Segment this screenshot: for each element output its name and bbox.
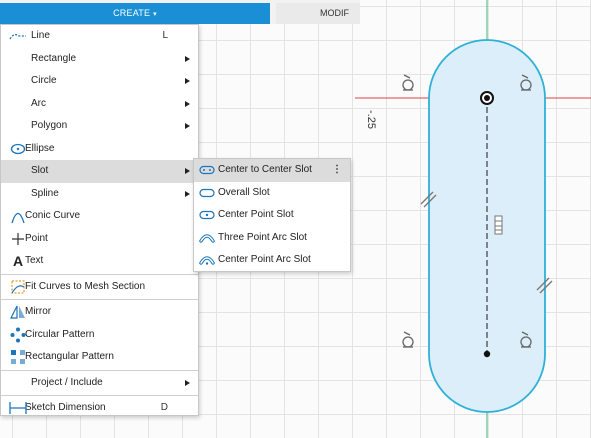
- menu-item-text[interactable]: A Text: [1, 250, 198, 273]
- menu-separator: [1, 395, 198, 396]
- modify-label: MODIF: [320, 8, 349, 18]
- shortcut-label: L: [162, 30, 168, 41]
- menu-separator: [1, 299, 198, 300]
- center-point-arc-slot-icon: [199, 249, 215, 271]
- submenu-item-center-point-slot[interactable]: Center Point Slot: [194, 204, 350, 227]
- menu-item-label: Circle: [31, 75, 57, 86]
- menu-item-polygon[interactable]: Polygon: [1, 115, 198, 138]
- menu-item-ellipse[interactable]: Ellipse: [1, 138, 198, 161]
- menu-item-arc[interactable]: Arc: [1, 93, 198, 116]
- submenu-item-label: Center to Center Slot: [218, 164, 312, 175]
- submenu-arrow-icon: [185, 379, 190, 386]
- menu-item-label: Line: [31, 30, 50, 41]
- submenu-item-label: Center Point Slot: [218, 209, 294, 220]
- create-label: CREATE: [113, 8, 151, 18]
- conic-curve-icon: [9, 205, 27, 227]
- menu-item-label: Project / Include: [31, 376, 103, 388]
- menu-item-label: Conic Curve: [25, 210, 81, 221]
- modify-menu-button[interactable]: MODIF: [276, 3, 360, 24]
- menu-item-label: Spline: [31, 187, 59, 199]
- shortcut-label: D: [160, 402, 168, 413]
- menu-item-circular-pattern[interactable]: Circular Pattern: [1, 324, 198, 347]
- menu-item-label: Polygon: [31, 120, 68, 131]
- overall-slot-icon: [199, 182, 215, 204]
- create-dropdown-menu: Line L Rectangle Circle Arc Polygon Elli…: [0, 24, 199, 416]
- create-menu-button[interactable]: CREATE ▾: [0, 3, 270, 24]
- line-icon: [9, 25, 27, 47]
- menu-separator: [1, 273, 198, 275]
- mirror-icon: [9, 301, 27, 323]
- submenu-arrow-icon: [185, 100, 190, 107]
- menu-item-label: Rectangular Pattern: [25, 351, 114, 362]
- menu-item-line[interactable]: Line L: [1, 25, 198, 48]
- circular-pattern-icon: [9, 324, 27, 346]
- menu-item-mirror[interactable]: Mirror: [1, 301, 198, 324]
- menu-item-rectangular-pattern[interactable]: Rectangular Pattern: [1, 346, 198, 369]
- menu-item-rectangle[interactable]: Rectangle: [1, 48, 198, 71]
- more-options-icon[interactable]: ⋮: [332, 159, 342, 182]
- submenu-item-label: Overall Slot: [218, 186, 270, 198]
- menu-item-label: Rectangle: [31, 52, 77, 64]
- rectangular-pattern-icon: [9, 346, 27, 368]
- menu-item-label: Circular Pattern: [25, 328, 95, 340]
- menu-item-label: Arc: [31, 97, 46, 109]
- text-icon: A: [12, 252, 24, 269]
- center-point-slot-icon: [199, 204, 215, 226]
- menu-item-label: Sketch Dimension: [25, 402, 106, 413]
- vertical-constraint-icon: [494, 215, 503, 235]
- menu-item-label: Ellipse: [25, 142, 55, 154]
- menu-item-circle[interactable]: Circle: [1, 70, 198, 93]
- point-icon: [9, 228, 27, 250]
- slot-center-point-bottom: [483, 350, 491, 358]
- center-to-center-slot-icon: [199, 159, 215, 181]
- dimension-label: -.25: [365, 110, 377, 129]
- submenu-arrow-icon: [185, 55, 190, 62]
- menu-item-label: Fit Curves to Mesh Section: [25, 280, 146, 292]
- submenu-item-center-point-arc-slot[interactable]: Center Point Arc Slot: [194, 249, 350, 272]
- menu-item-point[interactable]: Point: [1, 228, 198, 251]
- submenu-item-label: Center Point Arc Slot: [218, 254, 311, 265]
- submenu-arrow-icon: [185, 123, 190, 129]
- menu-item-label: Slot: [31, 165, 49, 176]
- fit-curves-icon: [9, 276, 27, 298]
- submenu-arrow-icon: [185, 78, 190, 84]
- submenu-arrow-icon: [185, 168, 190, 174]
- menu-separator: [1, 369, 198, 371]
- menu-item-label: Text: [25, 255, 44, 266]
- toolbar: CREATE ▾ MODIF: [0, 0, 360, 24]
- menu-item-sketch-dimension[interactable]: Sketch Dimension D: [1, 397, 198, 420]
- menu-item-spline[interactable]: Spline: [1, 183, 198, 206]
- ellipse-icon: [9, 138, 27, 160]
- menu-item-conic-curve[interactable]: Conic Curve: [1, 205, 198, 228]
- menu-item-project-include[interactable]: Project / Include: [1, 372, 198, 395]
- submenu-item-three-point-arc-slot[interactable]: Three Point Arc Slot: [194, 227, 350, 250]
- menu-item-fit-curves[interactable]: Fit Curves to Mesh Section: [1, 276, 198, 299]
- menu-item-label: Mirror: [25, 306, 52, 317]
- submenu-item-overall-slot[interactable]: Overall Slot: [194, 182, 350, 205]
- menu-item-slot[interactable]: Slot: [1, 160, 198, 183]
- menu-item-label: Point: [25, 232, 48, 244]
- chevron-down-icon: ▾: [153, 11, 157, 18]
- slot-submenu: Center to Center Slot ⋮ Overall Slot Cen…: [193, 158, 351, 272]
- submenu-item-center-to-center-slot[interactable]: Center to Center Slot ⋮: [194, 159, 350, 182]
- submenu-arrow-icon: [185, 190, 190, 197]
- submenu-item-label: Three Point Arc Slot: [218, 231, 307, 243]
- sketch-dimension-icon: [9, 397, 27, 419]
- three-point-arc-slot-icon: [199, 227, 215, 249]
